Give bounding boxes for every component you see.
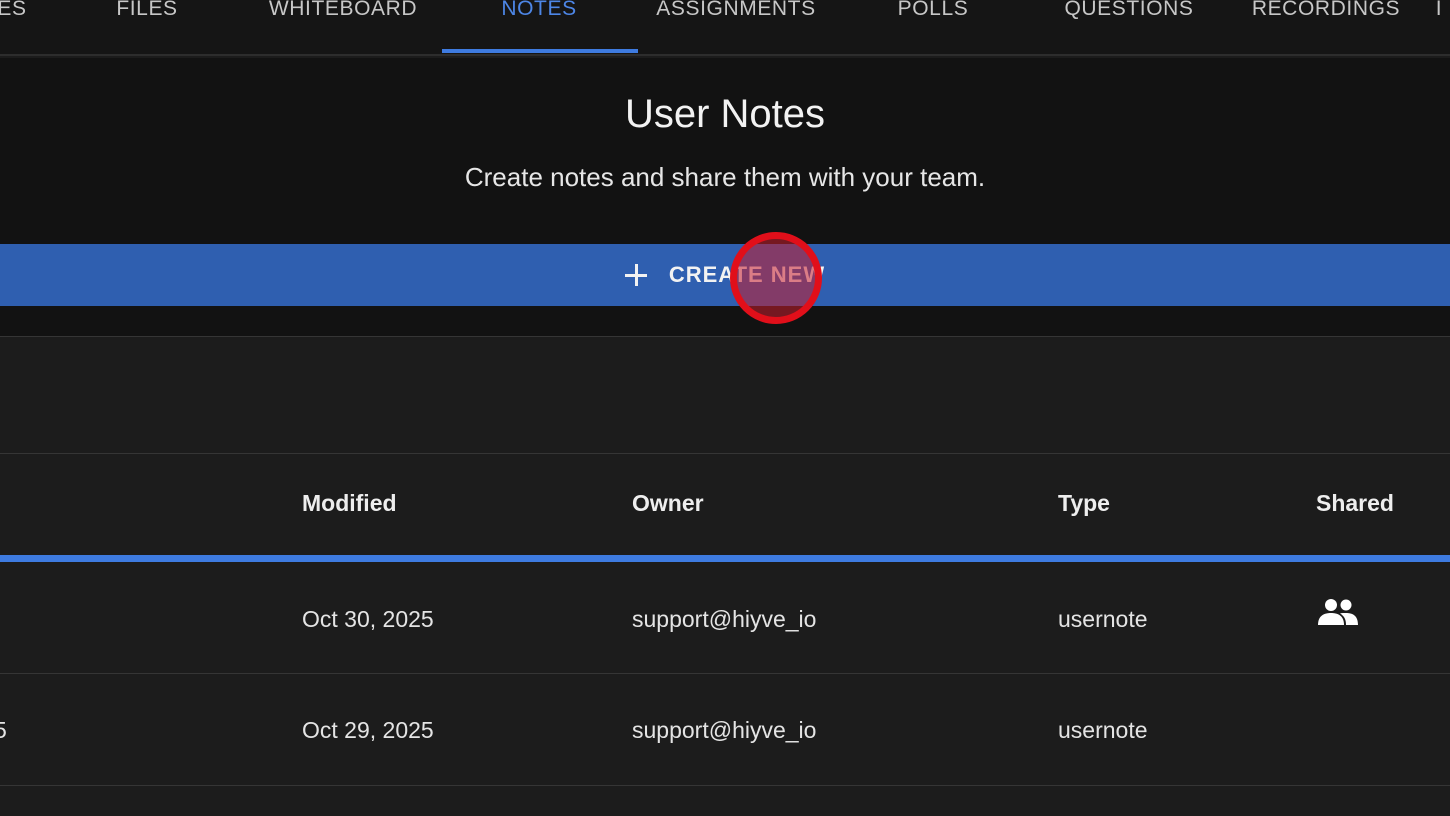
create-new-label: CREATE NEW: [668, 262, 826, 287]
table-header-accent: [0, 555, 1450, 562]
row-owner: support@hiyve_io: [632, 717, 817, 743]
tab-bar: ES FILES WHITEBOARD NOTES ASSIGNMENTS PO…: [0, 0, 1450, 56]
column-header-owner[interactable]: Owner: [632, 490, 704, 517]
table-row[interactable]: 5 Oct 29, 2025 support@hiyve_io usernote: [0, 674, 1450, 785]
column-header-type[interactable]: Type: [1058, 490, 1110, 517]
notes-page: ES FILES WHITEBOARD NOTES ASSIGNMENTS PO…: [0, 0, 1450, 816]
row-divider: [0, 785, 1450, 786]
tab-partial-right[interactable]: I: [1432, 0, 1446, 34]
create-new-button[interactable]: CREATE NEW: [0, 244, 1450, 306]
row-modified: Oct 29, 2025: [302, 717, 434, 743]
tab-notes[interactable]: NOTES: [490, 0, 588, 34]
group-icon: [1318, 599, 1358, 625]
page-title: User Notes: [624, 92, 826, 136]
active-tab-indicator: [442, 49, 638, 53]
table-top-divider: [0, 453, 1450, 454]
tab-files[interactable]: FILES: [102, 0, 192, 34]
section-divider: [0, 336, 1450, 337]
row-type: usernote: [1058, 606, 1148, 632]
row-type: usernote: [1058, 717, 1148, 743]
row-title: 5: [0, 717, 7, 743]
tab-polls[interactable]: POLLS: [888, 0, 978, 34]
column-header-shared[interactable]: Shared: [1316, 490, 1394, 517]
column-header-modified[interactable]: Modified: [302, 490, 397, 517]
tab-partial-left[interactable]: ES: [0, 0, 30, 34]
table-row[interactable]: Oct 30, 2025 support@hiyve_io usernote: [0, 562, 1450, 673]
tab-questions[interactable]: QUESTIONS: [1054, 0, 1204, 34]
notes-header: User Notes Create notes and share them w…: [0, 58, 1450, 336]
row-owner: support@hiyve_io: [632, 606, 817, 632]
row-modified: Oct 30, 2025: [302, 606, 434, 632]
plus-icon: [624, 264, 647, 286]
tab-recordings[interactable]: RECORDINGS: [1243, 0, 1409, 34]
tab-whiteboard[interactable]: WHITEBOARD: [258, 0, 428, 34]
tab-assignments[interactable]: ASSIGNMENTS: [644, 0, 828, 34]
page-subtitle: Create notes and share them with your te…: [464, 162, 986, 192]
